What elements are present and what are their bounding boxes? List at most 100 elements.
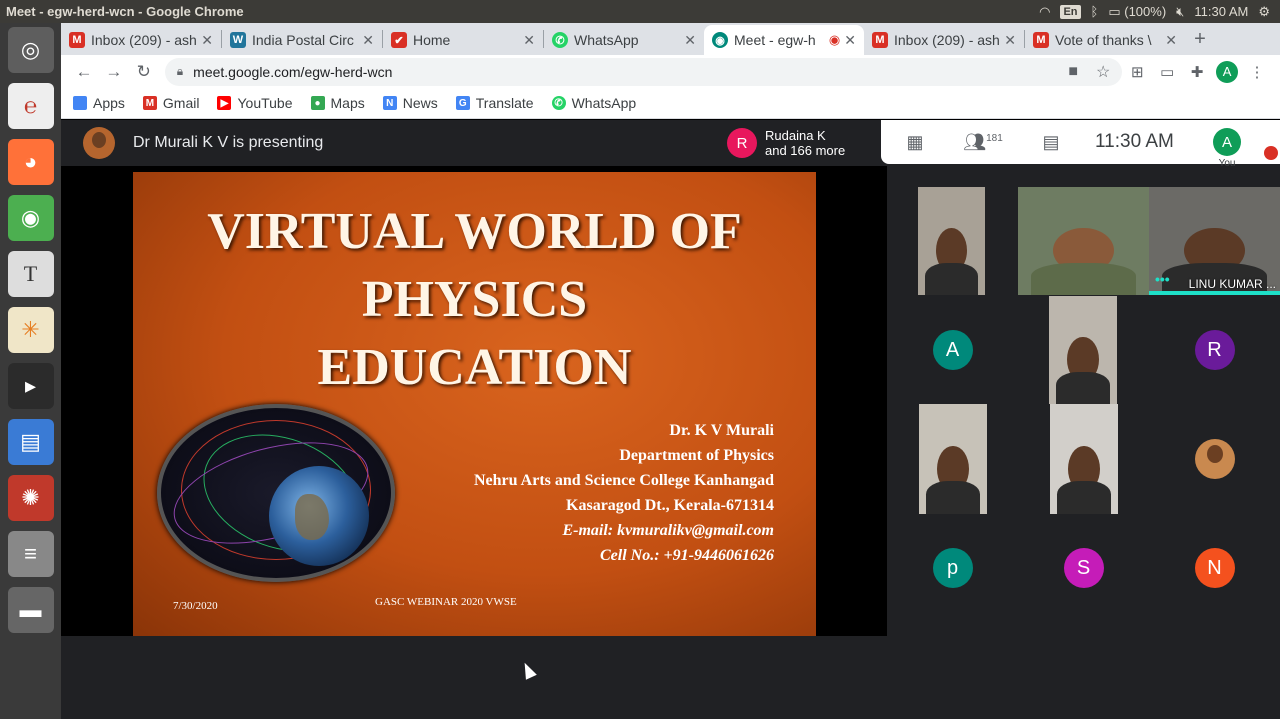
participant-tile-s[interactable]: S xyxy=(1018,514,1149,622)
layout-grid-icon[interactable]: ▦ xyxy=(881,132,949,153)
slide-title: VIRTUAL WORLD OF PHYSICS EDUCATION xyxy=(133,198,816,402)
bookmark-whatsapp[interactable]: ✆ WhatsApp xyxy=(551,95,636,111)
participant-video-tile[interactable] xyxy=(1050,404,1118,514)
tab-vote-of-thanks[interactable]: M Vote of thanks \ ✕ xyxy=(1025,25,1185,55)
keyboard-language[interactable]: En xyxy=(1060,4,1081,19)
chat-icon[interactable]: ▤ xyxy=(1017,132,1085,153)
youtube-icon: ▶ xyxy=(217,96,232,110)
chrome-icon[interactable]: ◉ xyxy=(7,195,54,241)
bookmark-translate[interactable]: G Translate xyxy=(455,95,534,111)
bookmark-star-icon[interactable]: ☆ xyxy=(1096,62,1110,82)
people-icon: 👥︎ xyxy=(963,131,987,152)
self-view[interactable]: A You xyxy=(1213,128,1241,169)
slide-department: Department of Physics xyxy=(619,447,774,464)
participant-tile-presenter[interactable] xyxy=(1149,404,1280,514)
close-tab-icon[interactable]: ✕ xyxy=(684,32,696,49)
url-text[interactable]: meet.google.com/egw-herd-wcn xyxy=(193,64,392,80)
notification-line2: and 166 more xyxy=(765,143,846,158)
presenting-text: Dr Murali K V is presenting xyxy=(133,134,324,151)
participant-tile-r[interactable]: R xyxy=(1149,296,1280,404)
new-tab-button[interactable]: + xyxy=(1185,28,1215,51)
bookmark-label: News xyxy=(402,95,438,111)
bookmark-label: Apps xyxy=(93,95,125,111)
tab-inbox-2[interactable]: M Inbox (209) - ash ✕ xyxy=(864,25,1024,55)
wifi-icon[interactable]: ◠ xyxy=(1039,4,1050,20)
dash-home-icon[interactable]: ◎ xyxy=(7,27,54,73)
participant-tile-a[interactable]: A xyxy=(887,296,1018,404)
bookmark-youtube[interactable]: ▶ YouTube xyxy=(217,95,293,111)
participant-video-tile[interactable] xyxy=(919,404,987,514)
close-tab-icon[interactable]: ✕ xyxy=(201,32,213,49)
geogebra-icon[interactable]: ✳ xyxy=(7,307,54,353)
participant-avatar: p xyxy=(932,548,973,588)
close-tab-icon[interactable]: ✕ xyxy=(844,32,856,49)
self-avatar: A xyxy=(1213,128,1241,156)
writer-icon[interactable]: ▤ xyxy=(7,419,54,465)
participant-video-tile[interactable] xyxy=(1018,187,1149,295)
close-tab-icon[interactable]: ✕ xyxy=(1165,32,1177,49)
bookmark-label: Maps xyxy=(330,95,365,111)
lock-icon[interactable]: 🔒︎ xyxy=(177,64,183,79)
bookmark-apps[interactable]: Apps xyxy=(73,95,125,111)
participant-body xyxy=(925,481,981,514)
address-bar[interactable]: 🔒︎ meet.google.com/egw-herd-wcn ■ ☆ xyxy=(164,57,1123,86)
bookmark-gmail[interactable]: M Gmail xyxy=(142,95,199,111)
tab-home[interactable]: ✔ Home ✕ xyxy=(383,25,543,55)
participant-body xyxy=(1055,371,1111,404)
participant-video-tile-linu[interactable]: ••• LINU KUMAR ... xyxy=(1149,187,1280,295)
mic-muted-icon xyxy=(1264,146,1278,160)
participant-avatar: N xyxy=(1194,548,1235,588)
participant-photo-avatar xyxy=(1194,439,1235,479)
reload-icon[interactable]: ↻ xyxy=(129,62,159,82)
more-menu-icon[interactable]: ⋮ xyxy=(1242,63,1272,81)
participant-video-tile[interactable] xyxy=(918,187,985,295)
app-cobweb-icon[interactable]: ✺ xyxy=(7,475,54,521)
stacked-apps-icon[interactable]: ≡ xyxy=(7,531,54,577)
browser-toolbar: ← → ↻ 🔒︎ meet.google.com/egw-herd-wcn ■ … xyxy=(61,55,1280,88)
check-icon: ✔ xyxy=(391,32,407,48)
window-title: Meet - egw-herd-wcn - Google Chrome xyxy=(6,4,244,19)
battery-indicator[interactable]: ▭ (100%) xyxy=(1108,4,1166,20)
drive-icon[interactable]: ▬ xyxy=(7,587,54,633)
bookmark-news[interactable]: N News xyxy=(382,95,438,111)
people-button[interactable]: 👥︎181 xyxy=(949,132,1017,153)
settings-gear-icon[interactable]: ⚙ xyxy=(1258,4,1270,20)
close-tab-icon[interactable]: ✕ xyxy=(1004,32,1016,49)
extensions-puzzle-icon[interactable]: ✚ xyxy=(1182,63,1212,81)
self-label: You xyxy=(1218,158,1236,169)
firefox-icon[interactable]: ◕ xyxy=(7,139,54,185)
tab-whatsapp[interactable]: ✆ WhatsApp ✕ xyxy=(544,25,704,55)
bluetooth-icon[interactable]: ᛒ xyxy=(1091,4,1099,19)
extension-grid-icon[interactable]: ⊞ xyxy=(1122,63,1152,81)
participant-tile-p[interactable]: p xyxy=(887,514,1018,622)
volume-muted-icon[interactable]: 🔇︎ xyxy=(1176,4,1184,20)
earth-globe xyxy=(269,466,369,566)
back-arrow-icon[interactable]: ← xyxy=(69,62,99,82)
texmaker-icon[interactable]: T xyxy=(7,251,54,297)
participant-tile-n[interactable]: N xyxy=(1149,514,1280,622)
tab-label: WhatsApp xyxy=(574,32,639,48)
close-tab-icon[interactable]: ✕ xyxy=(523,32,535,49)
slide-email: E-mail: kvmuralikv@gmail.com xyxy=(562,522,774,539)
libreoffice-math-icon[interactable]: ℮ xyxy=(7,83,54,129)
participants-grid: ••• LINU KUMAR ... A R p S N xyxy=(887,186,1280,636)
slide-title-line3: EDUCATION xyxy=(317,339,632,396)
forward-arrow-icon[interactable]: → xyxy=(99,62,129,82)
profile-avatar[interactable]: A xyxy=(1216,60,1239,83)
media-icon[interactable]: ▭ xyxy=(1152,63,1182,81)
participant-video-tile[interactable] xyxy=(1049,296,1117,404)
camera-icon[interactable]: ■ xyxy=(1068,63,1078,81)
tab-india-postal[interactable]: W India Postal Circ ✕ xyxy=(222,25,382,55)
close-tab-icon[interactable]: ✕ xyxy=(362,32,374,49)
clock[interactable]: 11:30 AM xyxy=(1194,4,1248,19)
terminal-icon[interactable]: ▸ xyxy=(7,363,54,409)
join-notification[interactable]: R Rudaina K and 166 more xyxy=(721,120,881,166)
tab-inbox[interactable]: M Inbox (209) - ash ✕ xyxy=(61,25,221,55)
gmail-icon: M xyxy=(69,32,85,48)
whatsapp-icon: ✆ xyxy=(551,96,566,110)
tab-meet[interactable]: ◉ Meet - egw-h ◉ ✕ xyxy=(704,25,864,55)
tab-label: Vote of thanks \ xyxy=(1055,32,1152,48)
presentation-slide: VIRTUAL WORLD OF PHYSICS EDUCATION Dr. K… xyxy=(133,172,816,636)
participant-body xyxy=(1056,481,1112,514)
bookmark-maps[interactable]: ● Maps xyxy=(310,95,365,111)
